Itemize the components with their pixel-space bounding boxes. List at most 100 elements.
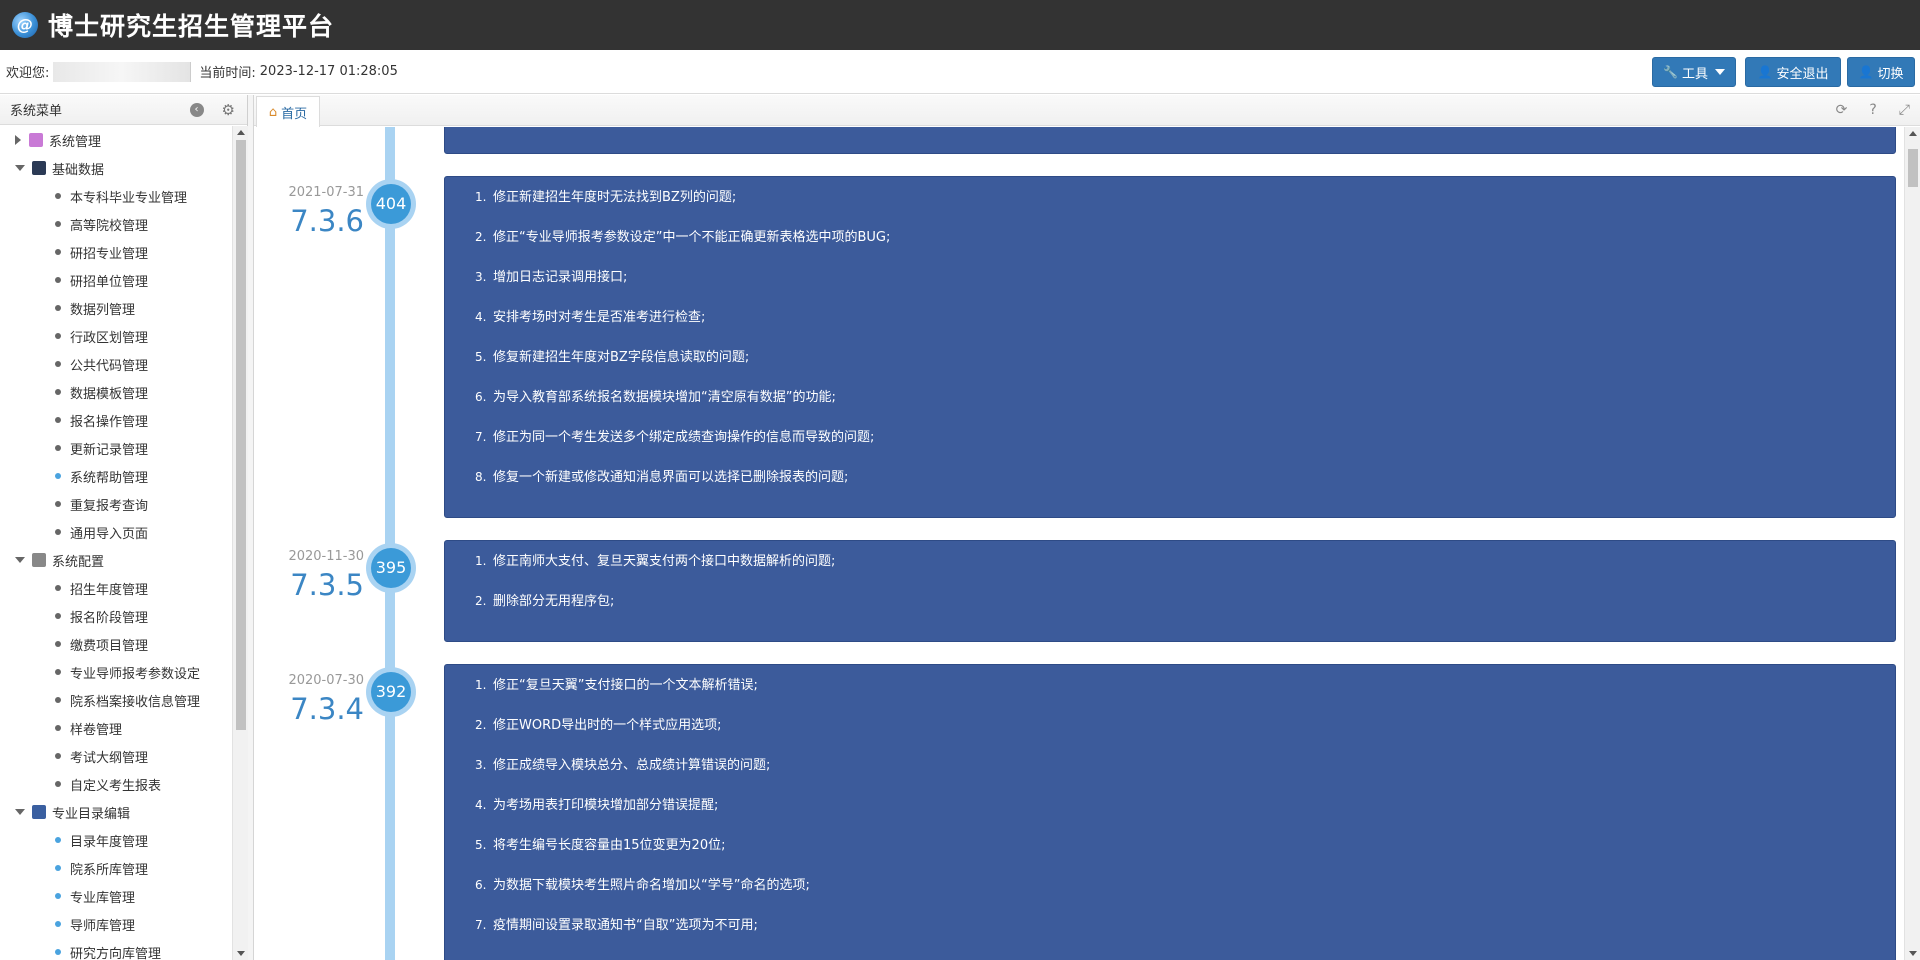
sidebar-item[interactable]: 本专科毕业专业管理 xyxy=(0,182,232,210)
sidebar-item[interactable]: 样卷管理 xyxy=(0,714,232,742)
release-date: 2020-11-30 xyxy=(288,549,364,564)
chevron-down-icon xyxy=(1714,69,1725,75)
wrench-icon: 🔧 xyxy=(1663,65,1678,79)
sidebar-group[interactable]: 系统管理 xyxy=(0,126,232,154)
changelog-item: 1. 修正新建招生年度时无法找到BZ列的问题; xyxy=(475,183,1895,223)
changelog-item-number: 1. xyxy=(475,678,487,692)
sidebar-item[interactable]: 自定义考生报表 xyxy=(0,770,232,798)
changelog-item-text: 修正成绩导入模块总分、总成绩计算错误的问题; xyxy=(493,758,771,773)
changelog-list: 1. 修正南师大支付、复旦天翼支付两个接口中数据解析的问题; 2. 删除部分无用程序包… xyxy=(445,541,1895,627)
changelog-item: 5. 修复新建招生年度对BZ字段信息读取的问题; xyxy=(475,343,1895,383)
changelog-item: 7. 疫情期间设置录取通知书“自取”选项为不可用; xyxy=(475,911,1895,951)
expanded-arrow-icon[interactable] xyxy=(15,557,25,563)
main-scroll-up-icon[interactable] xyxy=(1909,131,1917,136)
sidebar-item-label: 研招单位管理 xyxy=(70,274,149,290)
sidebar-item[interactable]: 报名操作管理 xyxy=(0,406,232,434)
book-icon xyxy=(32,805,46,819)
bullet-icon xyxy=(55,361,61,367)
sidebar-scrollbar[interactable] xyxy=(232,126,248,960)
sidebar-item[interactable]: 公共代码管理 xyxy=(0,350,232,378)
sidebar-item[interactable]: 专业库管理 xyxy=(0,882,232,910)
sidebar-item[interactable]: 研招单位管理 xyxy=(0,266,232,294)
settings-gear-icon[interactable]: ⚙ xyxy=(222,102,235,117)
sidebar-item[interactable]: 更新记录管理 xyxy=(0,434,232,462)
collapse-sidebar-icon[interactable]: ‹ xyxy=(189,102,204,117)
refresh-icon[interactable]: ⟳ xyxy=(1836,102,1848,118)
scroll-up-icon[interactable] xyxy=(237,130,245,135)
sidebar-item[interactable]: 招生年度管理 xyxy=(0,574,232,602)
bullet-icon xyxy=(55,781,61,787)
collapsed-arrow-icon[interactable] xyxy=(15,135,21,145)
release-date: 2020-07-30 xyxy=(288,673,364,688)
main-scrollbar[interactable] xyxy=(1904,127,1920,960)
sidebar-item-label: 报名阶段管理 xyxy=(70,610,149,626)
changelog-item: 3. 修正成绩导入模块总分、总成绩计算错误的问题; xyxy=(475,751,1895,791)
main-scroll-thumb[interactable] xyxy=(1908,149,1918,187)
bullet-icon xyxy=(55,725,61,731)
changelog-item-text: 为数据下载模块考生照片命名增加以“学号”命名的选项; xyxy=(493,878,810,893)
sidebar-item[interactable]: 高等院校管理 xyxy=(0,210,232,238)
sidebar-item-label: 考试大纲管理 xyxy=(70,750,149,766)
sidebar-item[interactable]: 研招专业管理 xyxy=(0,238,232,266)
sidebar-item[interactable]: 导师库管理 xyxy=(0,910,232,938)
sidebar-item[interactable]: 重复报考查询 xyxy=(0,490,232,518)
changelog-item-text: 删除部分无用程序包; xyxy=(493,594,615,609)
sidebar-item[interactable]: 缴费项目管理 xyxy=(0,630,232,658)
bullet-icon xyxy=(55,921,61,927)
build-badge: 392 xyxy=(366,667,416,717)
sidebar-item[interactable]: 院系所库管理 xyxy=(0,854,232,882)
tab-bar: ⌂ 首页 ⟳ ? ⤢ xyxy=(254,95,1920,127)
tab-home[interactable]: ⌂ 首页 xyxy=(256,96,320,127)
sidebar-item[interactable]: 研究方向库管理 xyxy=(0,938,232,960)
sidebar-item[interactable]: 系统帮助管理 xyxy=(0,462,232,490)
sidebar-item[interactable]: 行政区划管理 xyxy=(0,322,232,350)
expanded-arrow-icon[interactable] xyxy=(15,809,25,815)
sidebar-title: 系统菜单 xyxy=(10,104,63,119)
sidebar-item[interactable]: 数据列管理 xyxy=(0,294,232,322)
sidebar-group[interactable]: 基础数据 xyxy=(0,154,232,182)
switch-button[interactable]: 👤 切换 xyxy=(1847,57,1915,87)
sidebar-item[interactable]: 通用导入页面 xyxy=(0,518,232,546)
sidebar-item[interactable]: 考试大纲管理 xyxy=(0,742,232,770)
changelog-item-number: 4. xyxy=(475,798,487,812)
scroll-down-icon[interactable] xyxy=(237,951,245,956)
changelog-item-number: 5. xyxy=(475,838,487,852)
main-panel: ⌂ 首页 ⟳ ? ⤢ 2021-07-31 7.3.6 404 1. 修正新建招生年度时… xyxy=(254,95,1920,960)
sidebar-item[interactable]: 数据模板管理 xyxy=(0,378,232,406)
bullet-icon xyxy=(55,193,61,199)
sidebar-item-label: 本专科毕业专业管理 xyxy=(70,190,188,206)
release-version: 7.3.6 xyxy=(290,204,364,238)
sidebar-item-label: 目录年度管理 xyxy=(70,834,149,850)
changelog-item: 5. 将考生编号长度容量由15位变更为20位; xyxy=(475,831,1895,871)
bullet-icon xyxy=(55,333,61,339)
sidebar-item[interactable]: 院系档案接收信息管理 xyxy=(0,686,232,714)
bullet-icon xyxy=(55,753,61,759)
sidebar-scroll-thumb[interactable] xyxy=(236,140,246,730)
bullet-icon xyxy=(55,865,61,871)
sidebar-group[interactable]: 系统配置 xyxy=(0,546,232,574)
sidebar-group[interactable]: 专业目录编辑 xyxy=(0,798,232,826)
main-scroll-down-icon[interactable] xyxy=(1909,951,1917,956)
sidebar-item[interactable]: 目录年度管理 xyxy=(0,826,232,854)
expanded-arrow-icon[interactable] xyxy=(15,165,25,171)
changelog-item-text: 疫情期间设置录取通知书“自取”选项为不可用; xyxy=(493,918,758,933)
fullscreen-icon[interactable]: ⤢ xyxy=(1899,102,1910,118)
help-icon[interactable]: ? xyxy=(1869,102,1876,118)
changelog-item: 7. 修正为同一个考生发送多个绑定成绩查询操作的信息而导致的问题; xyxy=(475,423,1895,463)
changelog-item: 2. 修正“专业导师报考参数设定”中一个不能正确更新表格选中项的BUG; xyxy=(475,223,1895,263)
tools-button[interactable]: 🔧 工具 xyxy=(1652,57,1736,87)
sidebar-item-label: 自定义考生报表 xyxy=(70,778,162,794)
sidebar-item[interactable]: 报名阶段管理 xyxy=(0,602,232,630)
changelog-item-number: 2. xyxy=(475,594,487,608)
changelog-item-number: 7. xyxy=(475,918,487,932)
sidebar-item-label: 高等院校管理 xyxy=(70,218,149,234)
bullet-icon xyxy=(55,473,61,479)
sidebar-item[interactable]: 专业导师报考参数设定 xyxy=(0,658,232,686)
logout-button[interactable]: 👤 安全退出 xyxy=(1745,57,1841,87)
user-switch-icon: 👤 xyxy=(1858,65,1874,79)
sidebar-item-label: 研招专业管理 xyxy=(70,246,149,262)
tab-home-label: 首页 xyxy=(281,106,308,122)
changelog-item-number: 4. xyxy=(475,310,487,324)
sidebar-group-label: 专业目录编辑 xyxy=(52,806,131,822)
bullet-icon xyxy=(55,249,61,255)
